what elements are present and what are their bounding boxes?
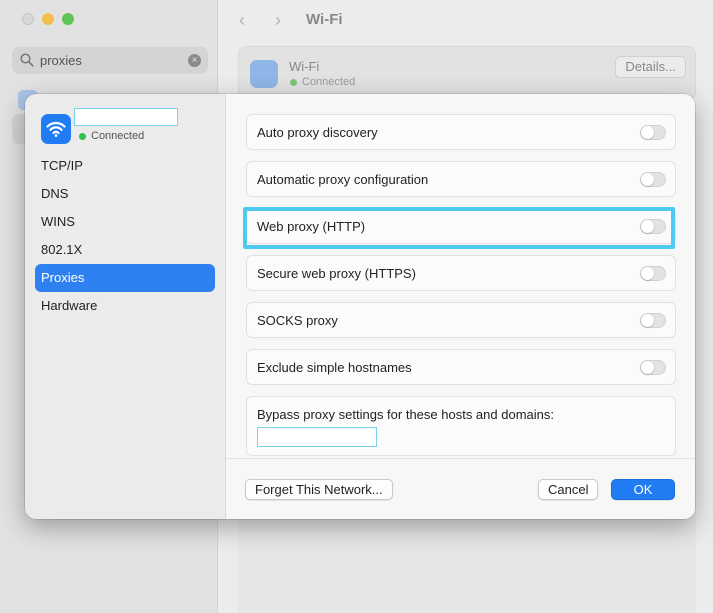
automatic-proxy-configuration-toggle[interactable] (640, 172, 666, 187)
wifi-card-status: Connected (302, 76, 356, 88)
settings-search-field[interactable]: proxies × (12, 47, 208, 74)
tab-hardware[interactable]: Hardware (35, 292, 215, 320)
row-label: Secure web proxy (HTTPS) (257, 266, 416, 281)
search-icon (20, 53, 34, 67)
minimize-window-button[interactable] (42, 13, 54, 25)
row-label: Auto proxy discovery (257, 125, 378, 140)
sheet-footer: Forget This Network... Cancel OK (226, 458, 695, 519)
toggle-knob (641, 173, 654, 186)
forward-chevron-icon[interactable]: › (275, 10, 281, 31)
wifi-summary-card: Wi-Fi Connected Details... (238, 46, 696, 100)
exclude-simple-hostnames-row: Exclude simple hostnames (246, 349, 676, 385)
sheet-sidebar: Connected TCP/IP DNS WINS 802.1X Proxies… (25, 94, 226, 519)
auto-proxy-discovery-row: Auto proxy discovery (246, 114, 676, 150)
tab-wins[interactable]: WINS (35, 208, 215, 236)
toggle-knob (641, 314, 654, 327)
row-label: Automatic proxy configuration (257, 172, 429, 187)
connection-status: Connected (91, 130, 145, 142)
socks-proxy-row: SOCKS proxy (246, 302, 676, 338)
tab-tcp-ip[interactable]: TCP/IP (35, 152, 215, 180)
toggle-knob (641, 126, 654, 139)
bypass-proxy-section: Bypass proxy settings for these hosts an… (246, 396, 676, 456)
exclude-simple-hostnames-toggle[interactable] (640, 360, 666, 375)
socks-proxy-toggle[interactable] (640, 313, 666, 328)
proxies-panel: Auto proxy discovery Automatic proxy con… (226, 94, 695, 519)
toggle-knob (641, 267, 654, 280)
toggle-knob (641, 361, 654, 374)
row-label: SOCKS proxy (257, 313, 338, 328)
secure-web-proxy-https-row: Secure web proxy (HTTPS) (246, 255, 676, 291)
wifi-card-title: Wi-Fi (289, 59, 320, 74)
close-window-button[interactable] (22, 13, 34, 25)
connected-dot-icon (79, 133, 86, 140)
focus-highlight (243, 207, 675, 249)
forget-network-button[interactable]: Forget This Network... (245, 479, 393, 500)
zoom-window-button[interactable] (62, 13, 74, 25)
bypass-label: Bypass proxy settings for these hosts an… (257, 407, 554, 422)
wifi-icon (250, 60, 278, 88)
bypass-hosts-field[interactable] (257, 427, 377, 447)
automatic-proxy-configuration-row: Automatic proxy configuration (246, 161, 676, 197)
network-name-field (74, 108, 178, 126)
search-input[interactable]: proxies (40, 53, 82, 68)
tab-802-1x[interactable]: 802.1X (35, 236, 215, 264)
wifi-icon (46, 121, 66, 137)
cancel-button[interactable]: Cancel (538, 479, 599, 500)
secure-web-proxy-https-toggle[interactable] (640, 266, 666, 281)
tab-dns[interactable]: DNS (35, 180, 215, 208)
wifi-network-icon (41, 114, 71, 144)
details-button[interactable]: Details... (615, 56, 686, 78)
connected-dot-icon (290, 79, 297, 86)
row-label: Exclude simple hostnames (257, 360, 412, 375)
back-chevron-icon[interactable]: ‹ (239, 10, 245, 31)
pane-title: Wi-Fi (306, 11, 343, 28)
clear-search-icon[interactable]: × (188, 54, 201, 67)
network-details-sheet: Connected TCP/IP DNS WINS 802.1X Proxies… (25, 94, 695, 519)
tab-proxies[interactable]: Proxies (35, 264, 215, 292)
ok-button[interactable]: OK (611, 479, 675, 500)
auto-proxy-discovery-toggle[interactable] (640, 125, 666, 140)
